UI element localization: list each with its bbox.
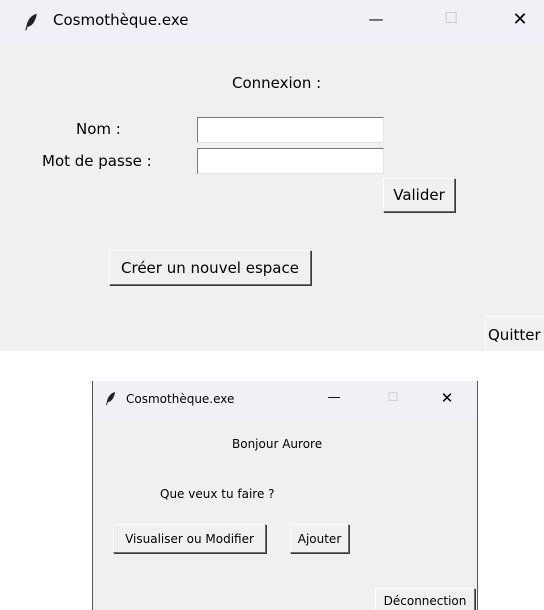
menu-window-title: Cosmothèque.exe: [126, 392, 235, 406]
feather-app-icon: [105, 392, 115, 406]
login-close-button[interactable]: ✕: [505, 9, 535, 30]
password-label: Mot de passe :: [42, 152, 152, 170]
login-heading: Connexion :: [232, 74, 322, 92]
password-field[interactable]: [197, 148, 384, 174]
greeting-label: Bonjour Aurore: [232, 437, 323, 451]
login-maximize-button: ☐: [444, 9, 458, 27]
logout-button[interactable]: Déconnection: [375, 588, 475, 610]
feather-app-icon: [25, 13, 37, 31]
menu-close-button[interactable]: ✕: [434, 389, 460, 407]
add-button[interactable]: Ajouter: [290, 524, 349, 553]
submit-button[interactable]: Valider: [383, 178, 455, 212]
login-window-title: Cosmothèque.exe: [53, 11, 189, 29]
create-space-button[interactable]: Créer un nouvel espace: [109, 250, 311, 285]
login-window: Cosmothèque.exe — ☐ ✕ Connexion : Nom : …: [0, 0, 544, 351]
menu-minimize-button[interactable]: —: [321, 390, 347, 405]
login-titlebar[interactable]: Cosmothèque.exe — ☐ ✕: [0, 0, 544, 42]
name-field[interactable]: [197, 117, 384, 143]
menu-titlebar[interactable]: Cosmothèque.exe — ☐ ✕: [93, 381, 477, 419]
quit-button[interactable]: Quitter: [485, 316, 544, 351]
view-edit-button[interactable]: Visualiser ou Modifier: [113, 524, 266, 553]
menu-window: Cosmothèque.exe — ☐ ✕ Bonjour Aurore Que…: [92, 381, 478, 610]
menu-maximize-button: ☐: [387, 390, 399, 404]
login-minimize-button[interactable]: —: [361, 10, 391, 28]
question-label: Que veux tu faire ?: [160, 487, 275, 501]
name-label: Nom :: [76, 120, 121, 138]
